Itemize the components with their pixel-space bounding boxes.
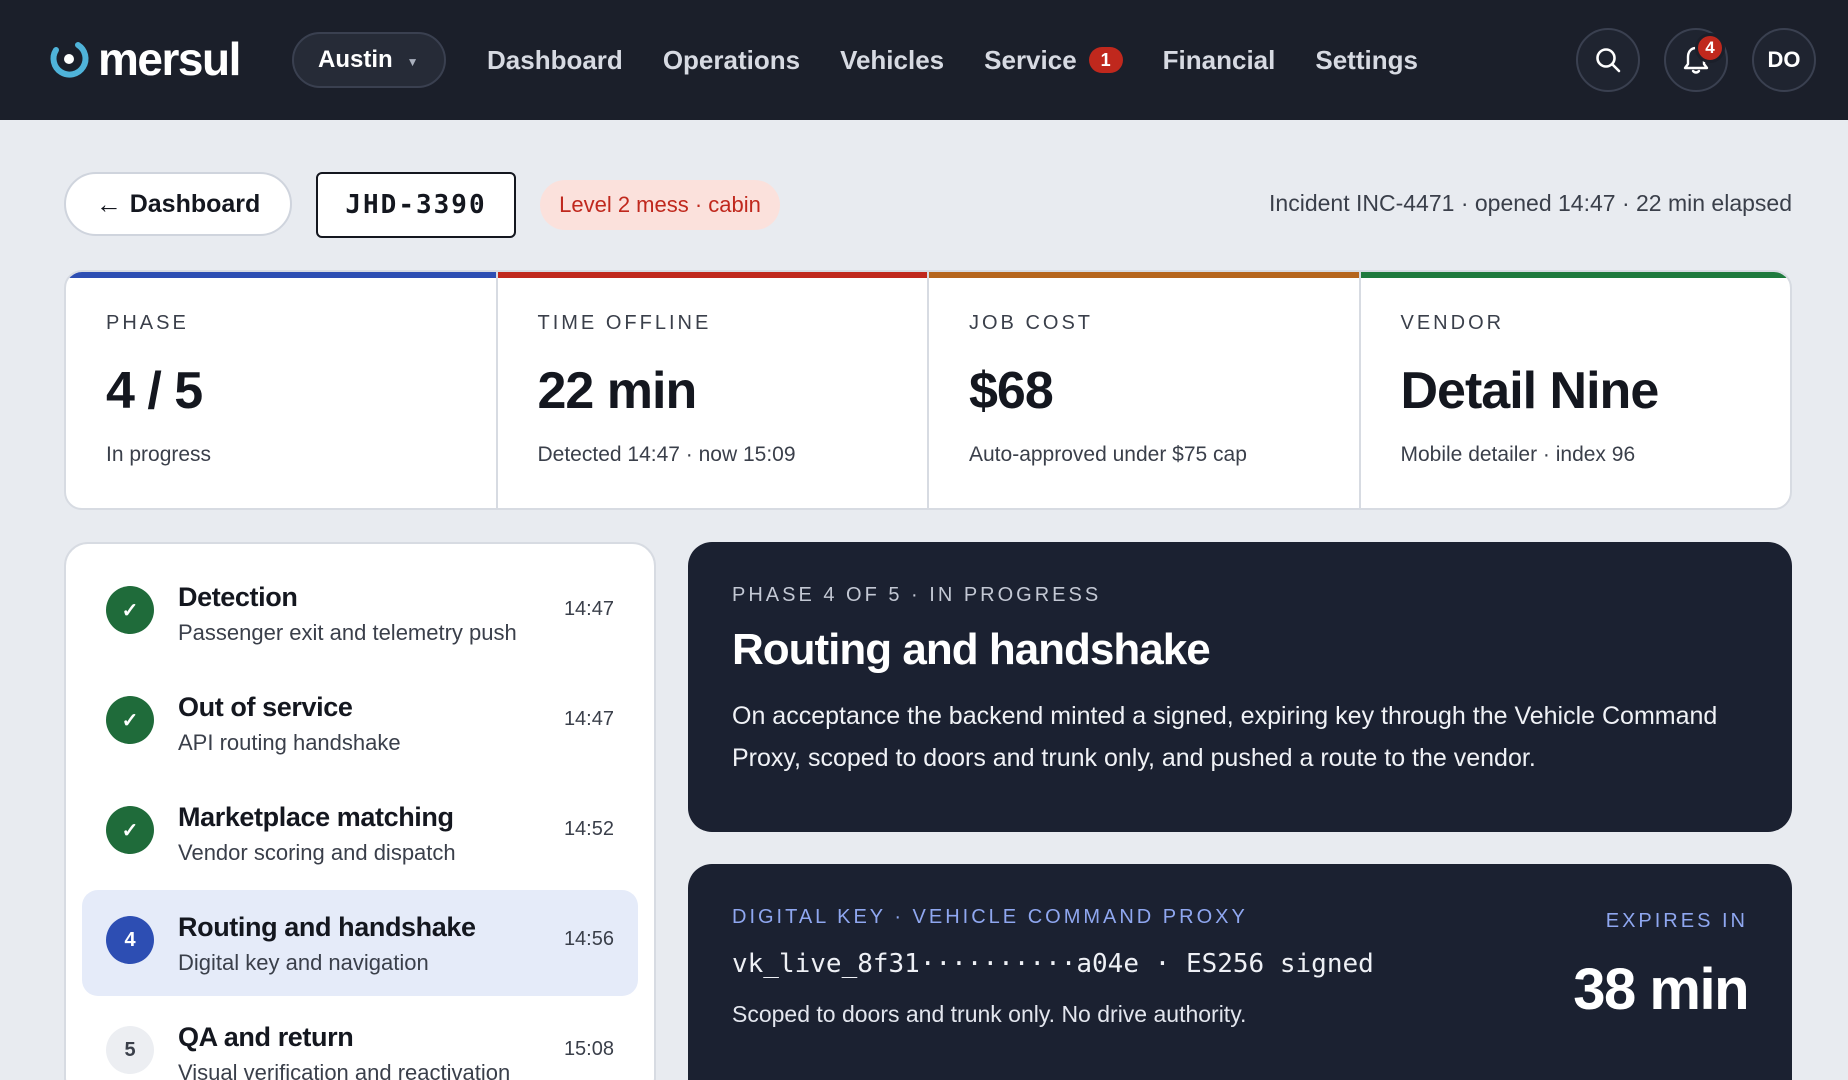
arrow-left-icon: ←	[95, 188, 122, 219]
step-title: Out of service	[178, 692, 353, 722]
expires-label: EXPIRES IN	[1605, 910, 1748, 932]
stat-value: $68	[969, 362, 1054, 420]
step-title: Detection	[178, 582, 298, 612]
nav-financial[interactable]: Financial	[1163, 45, 1276, 76]
step-desc: Vendor scoring and dispatch	[178, 840, 456, 865]
check-icon: ✓	[106, 806, 154, 854]
step-time: 14:47	[563, 598, 614, 620]
avatar-initials: DO	[1767, 47, 1801, 72]
notification-count-badge: 4	[1695, 33, 1725, 63]
step-number: 5	[106, 1026, 154, 1074]
step-title: QA and return	[178, 1022, 354, 1052]
stat-job-cost: JOB COST $68 Auto-approved under $75 cap	[929, 272, 1361, 508]
phase-heading: Routing and handshake	[732, 625, 1211, 674]
nav-vehicles[interactable]: Vehicles	[840, 45, 944, 76]
stat-sub: In progress	[106, 443, 212, 466]
stat-time-offline: TIME OFFLINE 22 min Detected 14:47 · now…	[497, 272, 929, 508]
digital-key-card: DIGITAL KEY · VEHICLE COMMAND PROXY vk_l…	[688, 864, 1792, 1080]
top-nav: mersul Austin ▼ Dashboard Operations Veh…	[0, 0, 1848, 120]
stat-value: 22 min	[537, 362, 698, 420]
phase-steps-list: ✓ Detection Passenger exit and telemetry…	[64, 542, 656, 1080]
nav-label: Settings	[1315, 44, 1418, 75]
nav-label: Vehicles	[840, 44, 945, 75]
stat-label: PHASE	[106, 312, 189, 334]
step-time: 15:08	[563, 1038, 614, 1060]
stat-accent-bar	[929, 272, 1359, 278]
mess-level-tag: Level 2 mess · cabin	[540, 180, 780, 230]
back-label: Dashboard	[129, 189, 261, 218]
nav-label: Financial	[1162, 44, 1276, 75]
brand-name: mersul	[98, 33, 241, 85]
step-title: Routing and handshake	[178, 912, 476, 942]
main-menu: Dashboard Operations Vehicles Service 1 F…	[487, 40, 1458, 80]
stat-vendor: VENDOR Detail Nine Mobile detailer · ind…	[1360, 272, 1790, 508]
step-desc: API routing handshake	[178, 730, 401, 755]
step-time: 14:47	[563, 708, 614, 730]
key-eyebrow: DIGITAL KEY · VEHICLE COMMAND PROXY	[732, 906, 1248, 928]
step-title: Marketplace matching	[178, 802, 454, 832]
step-desc: Digital key and navigation	[178, 950, 429, 975]
step-detection[interactable]: ✓ Detection Passenger exit and telemetry…	[82, 560, 638, 666]
stat-sub: Auto-approved under $75 cap	[969, 443, 1247, 466]
stat-label: JOB COST	[969, 312, 1094, 334]
stat-label: VENDOR	[1400, 312, 1505, 334]
step-qa-and-return[interactable]: 5 QA and return Visual verification and …	[82, 1000, 638, 1080]
nav-service[interactable]: Service 1	[984, 45, 1123, 76]
nav-operations[interactable]: Operations	[663, 45, 800, 76]
stat-sub: Detected 14:47 · now 15:09	[537, 443, 796, 466]
search-button[interactable]	[1576, 28, 1640, 92]
service-count-badge: 1	[1088, 47, 1123, 73]
nav-label: Operations	[662, 44, 801, 75]
step-time: 14:52	[563, 818, 614, 840]
step-time: 14:56	[563, 928, 614, 950]
user-avatar[interactable]: DO	[1752, 28, 1816, 92]
phase-eyebrow: PHASE 4 OF 5 · IN PROGRESS	[732, 584, 1102, 606]
stats-panel: PHASE 4 / 5 In progress TIME OFFLINE 22 …	[64, 270, 1792, 510]
city-selector[interactable]: Austin ▼	[292, 32, 446, 88]
incident-summary: Incident INC-4471 · opened 14:47 · 22 mi…	[1269, 190, 1792, 216]
stat-value: 4 / 5	[106, 362, 203, 420]
nav-dashboard[interactable]: Dashboard	[487, 45, 623, 76]
step-desc: Passenger exit and telemetry push	[178, 620, 517, 645]
expires-value: 38 min	[1573, 957, 1749, 1022]
step-desc: Visual verification and reactivation	[178, 1060, 511, 1080]
nav-label: Service	[984, 44, 1077, 75]
stat-accent-bar	[1360, 272, 1790, 278]
stat-sub: Mobile detailer · index 96	[1400, 443, 1636, 466]
search-icon	[1596, 48, 1621, 73]
logo-icon	[48, 36, 90, 82]
step-routing-and-handshake[interactable]: 4 Routing and handshake Digital key and …	[82, 890, 638, 996]
nav-settings[interactable]: Settings	[1315, 45, 1418, 76]
check-icon: ✓	[106, 696, 154, 744]
step-out-of-service[interactable]: ✓ Out of service API routing handshake 1…	[82, 670, 638, 776]
back-to-dashboard-button[interactable]: ← Dashboard	[64, 172, 292, 236]
city-label: Austin	[318, 46, 393, 73]
step-marketplace-matching[interactable]: ✓ Marketplace matching Vendor scoring an…	[82, 780, 638, 886]
phase-detail-card: PHASE 4 OF 5 · IN PROGRESS Routing and h…	[688, 542, 1792, 832]
brand-logo[interactable]: mersul	[48, 33, 241, 85]
check-icon: ✓	[106, 586, 154, 634]
stat-phase: PHASE 4 / 5 In progress	[66, 272, 498, 508]
vehicle-plate: JHD-3390	[316, 172, 516, 238]
nav-label: Dashboard	[487, 44, 623, 75]
stat-accent-bar	[497, 272, 927, 278]
stat-accent-bar	[66, 272, 496, 278]
chevron-down-icon: ▼	[406, 55, 419, 69]
step-number: 4	[106, 916, 154, 964]
notifications-button[interactable]: 4	[1664, 28, 1728, 92]
phase-body: On acceptance the backend minted a signe…	[732, 702, 1718, 772]
stat-value: Detail Nine	[1400, 362, 1660, 420]
stat-label: TIME OFFLINE	[537, 312, 712, 334]
